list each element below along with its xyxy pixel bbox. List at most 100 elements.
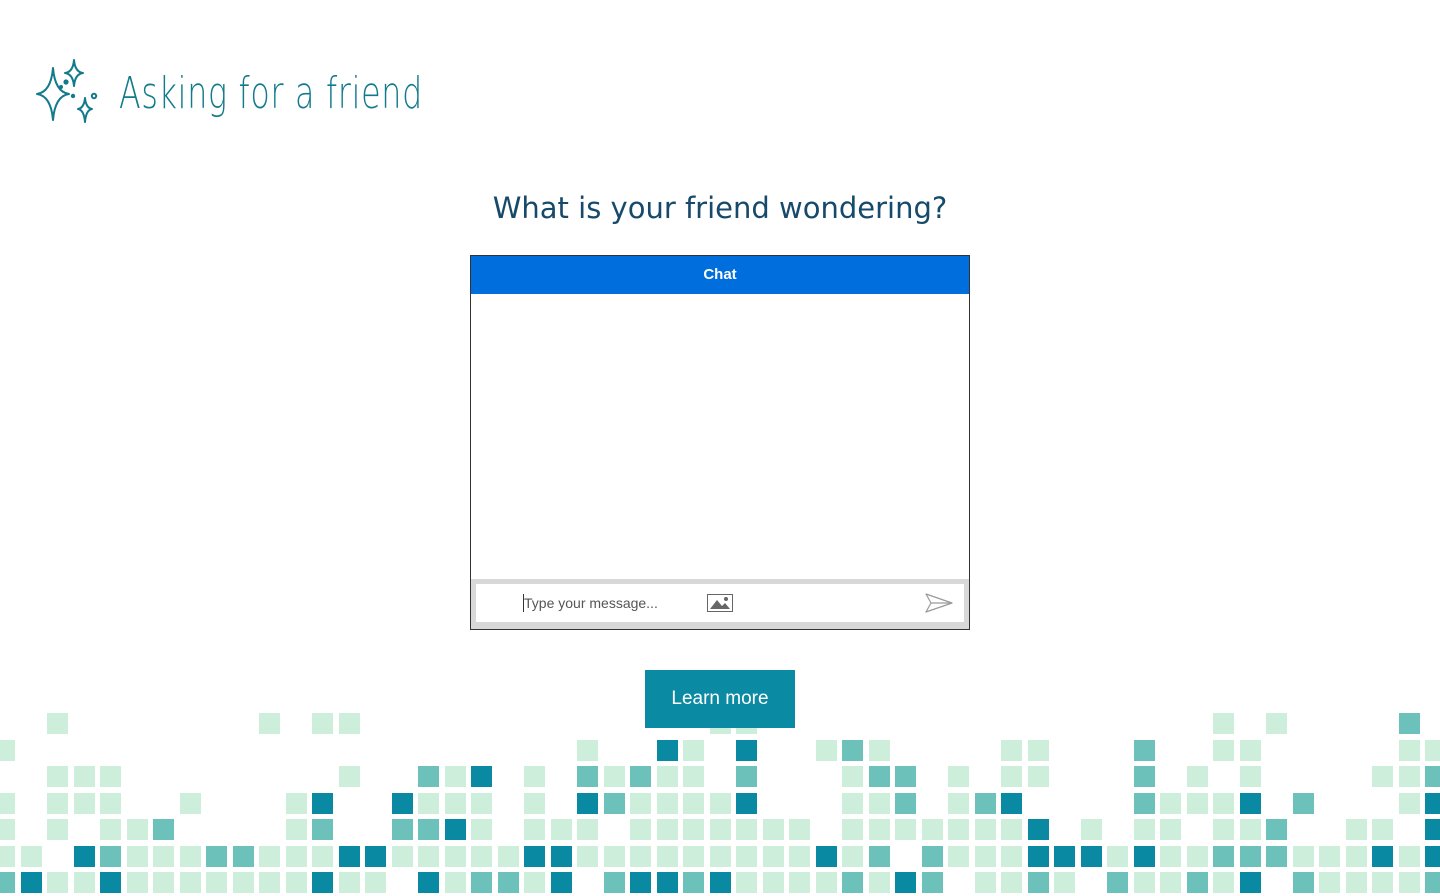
decorative-tile	[286, 793, 307, 814]
decorative-tile	[418, 793, 439, 814]
decorative-tile	[312, 872, 333, 893]
decorative-tile	[312, 713, 333, 734]
decorative-tile	[577, 819, 598, 840]
decorative-tile	[21, 872, 42, 893]
decorative-tile	[869, 846, 890, 867]
decorative-tile	[392, 819, 413, 840]
learn-more-button[interactable]: Learn more	[645, 670, 795, 728]
decorative-tile	[736, 740, 757, 761]
decorative-tile	[1001, 872, 1022, 893]
decorative-tile	[471, 819, 492, 840]
decorative-tile	[577, 793, 598, 814]
decorative-tile	[683, 819, 704, 840]
decorative-tile	[0, 793, 15, 814]
send-icon[interactable]	[925, 593, 953, 617]
decorative-tile	[1107, 872, 1128, 893]
decorative-tile	[471, 766, 492, 787]
decorative-tile	[869, 740, 890, 761]
decorative-tile	[1213, 819, 1234, 840]
decorative-tile	[816, 872, 837, 893]
decorative-tile	[1266, 819, 1287, 840]
decorative-tile	[339, 872, 360, 893]
decorative-tile	[869, 819, 890, 840]
decorative-tile	[1001, 766, 1022, 787]
decorative-tile	[100, 819, 121, 840]
decorative-tile	[842, 872, 863, 893]
page: Asking for a friend What is your friend …	[0, 0, 1440, 896]
decorative-tile	[630, 846, 651, 867]
decorative-tile	[524, 872, 545, 893]
decorative-tile	[1160, 819, 1181, 840]
decorative-tile	[1240, 872, 1261, 893]
decorative-tile	[842, 766, 863, 787]
decorative-tile	[975, 819, 996, 840]
decorative-tile	[1187, 793, 1208, 814]
decorative-tile	[736, 793, 757, 814]
decorative-tile	[1425, 819, 1440, 840]
decorative-tile	[922, 872, 943, 893]
decorative-tile	[1001, 819, 1022, 840]
decorative-tile	[1319, 846, 1340, 867]
decorative-tile	[869, 766, 890, 787]
decorative-tile	[577, 846, 598, 867]
decorative-tile	[1187, 846, 1208, 867]
decorative-tile	[1319, 872, 1340, 893]
decorative-tile	[816, 740, 837, 761]
decorative-tile	[604, 846, 625, 867]
decorative-tile	[630, 766, 651, 787]
decorative-tile	[47, 793, 68, 814]
decorative-tile	[286, 846, 307, 867]
decorative-tile	[922, 819, 943, 840]
decorative-tile	[339, 846, 360, 867]
chat-widget: Chat	[470, 255, 970, 630]
decorative-tile	[0, 819, 15, 840]
decorative-tile	[233, 846, 254, 867]
decorative-tile	[339, 766, 360, 787]
decorative-tile	[604, 766, 625, 787]
decorative-tile	[153, 819, 174, 840]
decorative-tile	[1134, 819, 1155, 840]
decorative-tile	[1134, 872, 1155, 893]
decorative-tile	[259, 713, 280, 734]
decorative-tile	[1372, 766, 1393, 787]
decorative-tile	[153, 846, 174, 867]
decorative-tile	[1293, 846, 1314, 867]
decorative-tile	[524, 846, 545, 867]
decorative-tile	[657, 793, 678, 814]
decorative-tile	[789, 819, 810, 840]
decorative-tile	[657, 740, 678, 761]
decorative-tile	[948, 846, 969, 867]
decorative-tile	[1001, 740, 1022, 761]
decorative-tile	[1001, 846, 1022, 867]
decorative-tile	[206, 872, 227, 893]
decorative-tile	[1240, 766, 1261, 787]
decorative-tile	[630, 872, 651, 893]
decorative-tile	[312, 793, 333, 814]
decorative-tile	[100, 872, 121, 893]
decorative-tile	[551, 846, 572, 867]
decorative-tile	[789, 872, 810, 893]
decorative-tile	[1160, 793, 1181, 814]
decorative-tile	[736, 766, 757, 787]
decorative-tile	[0, 740, 15, 761]
decorative-tile	[100, 793, 121, 814]
decorative-tile	[392, 793, 413, 814]
decorative-tile	[1399, 740, 1420, 761]
image-upload-icon[interactable]	[707, 594, 733, 616]
decorative-tile	[286, 819, 307, 840]
decorative-tile	[47, 766, 68, 787]
decorative-tile	[842, 740, 863, 761]
decorative-tile	[816, 846, 837, 867]
decorative-tile	[445, 793, 466, 814]
chat-message-area	[471, 294, 969, 579]
decorative-tile	[74, 766, 95, 787]
decorative-tile	[471, 872, 492, 893]
decorative-tile	[736, 846, 757, 867]
decorative-tile	[180, 793, 201, 814]
decorative-tile	[657, 819, 678, 840]
decorative-tile	[1081, 819, 1102, 840]
chat-message-input[interactable]	[524, 593, 704, 613]
decorative-tile	[1028, 740, 1049, 761]
decorative-tile	[895, 872, 916, 893]
decorative-tile	[74, 872, 95, 893]
